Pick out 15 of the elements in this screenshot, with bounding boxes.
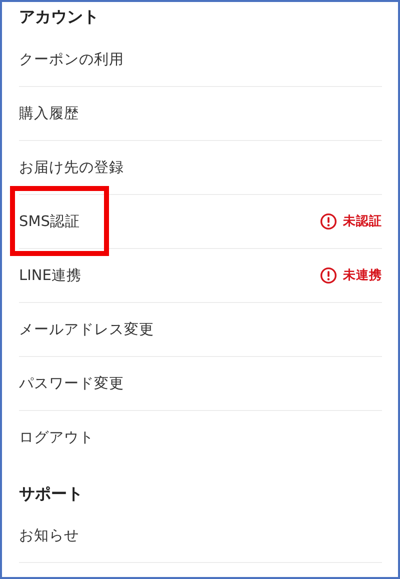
menu-item[interactable]: クーポンの利用	[19, 50, 124, 69]
status-label: 未連携	[343, 267, 382, 284]
menu-item[interactable]: ログアウト	[19, 428, 94, 447]
menu-item[interactable]: SMS認証	[19, 212, 80, 231]
section-title: アカウント	[19, 7, 99, 28]
menu-item[interactable]: お知らせ	[19, 526, 79, 545]
menu-item[interactable]: パスワード変更	[19, 374, 124, 393]
alert-icon	[320, 267, 337, 284]
section-title: サポート	[19, 484, 83, 504]
alert-icon	[320, 213, 337, 230]
menu-item[interactable]: LINE連携	[19, 266, 82, 285]
menu-item[interactable]: メールアドレス変更	[19, 320, 154, 339]
status-label: 未認証	[343, 213, 382, 230]
menu-item[interactable]: お届け先の登録	[19, 158, 124, 177]
menu-item[interactable]: 購入履歴	[19, 104, 79, 123]
